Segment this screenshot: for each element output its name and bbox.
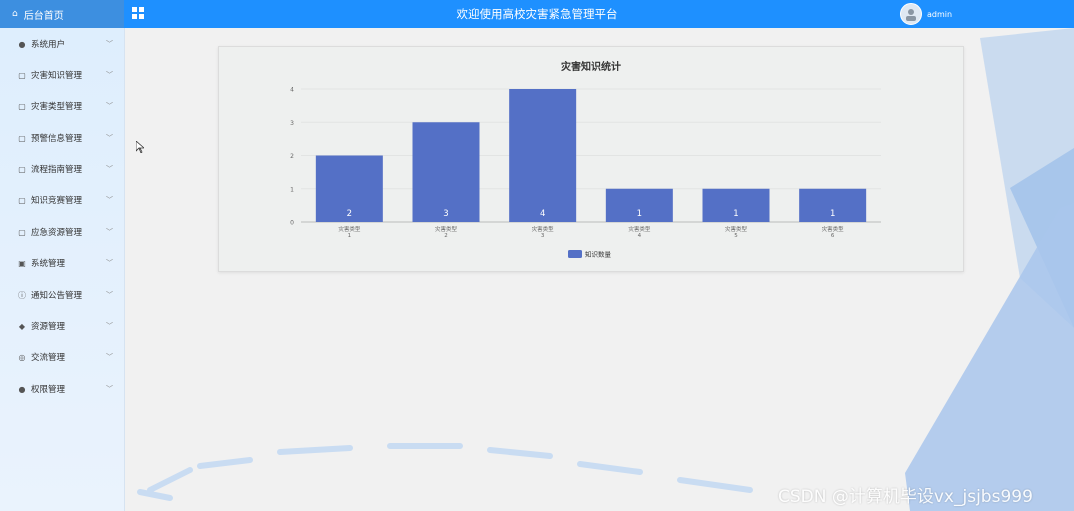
x-tick-label: 灾害类型 [628,225,651,233]
y-tick-label: 4 [290,87,294,94]
y-tick-label: 3 [290,120,294,127]
chevron-down-icon: ﹀ [106,102,113,110]
x-tick-label: 2 [444,233,448,239]
mouse-cursor-icon [135,138,146,154]
chevron-down-icon: ﹀ [106,134,113,142]
bar [509,89,577,222]
sidebar-item-label: 资源管理 [31,322,66,332]
chevron-down-icon: ﹀ [106,71,113,79]
user-menu[interactable]: admin [900,3,952,25]
bar [412,122,480,222]
watermark: CSDN @计算机毕设vx_jsjbs999 [778,487,1033,507]
x-tick-label: 5 [734,233,738,239]
bar-value-label: 1 [637,209,642,219]
x-tick-label: 灾害类型 [532,225,555,233]
info-icon: ⓘ [18,290,26,300]
chevron-down-icon: ﹀ [106,322,113,330]
sidebar-item-permission-management[interactable]: ● 权限管理 ﹀ [0,379,124,399]
chevron-down-icon: ﹀ [106,353,113,361]
sidebar-item-label: 灾害类型管理 [31,102,83,112]
x-tick-label: 4 [638,233,642,239]
chevron-down-icon: ﹀ [106,228,113,236]
document-icon: ▢ [18,70,26,80]
sidebar-item-label: 交流管理 [31,353,66,363]
sidebar-item-system-users[interactable]: ● 系统用户 ﹀ [0,34,124,54]
home-link[interactable]: ⌂ 后台首页 [0,0,124,28]
avatar[interactable] [900,3,922,25]
sidebar-item-notice-management[interactable]: ⓘ 通知公告管理 ﹀ [0,285,124,305]
y-tick-label: 2 [290,153,294,160]
user-icon: ● [18,39,26,49]
x-tick-label: 灾害类型 [338,225,361,233]
x-tick-label: 灾害类型 [435,225,458,233]
x-tick-label: 3 [541,233,545,239]
x-tick-label: 6 [831,233,835,239]
x-tick-label: 灾害类型 [725,225,748,233]
bar-value-label: 3 [443,209,448,219]
sidebar-item-knowledge-contest[interactable]: ▢ 知识竞赛管理 ﹀ [0,190,124,210]
user-icon: ● [18,384,26,394]
location-icon: ◆ [18,321,26,331]
bar-chart: 012342灾害类型13灾害类型24灾害类型31灾害类型41灾害类型51灾害类型… [290,87,881,259]
home-label: 后台首页 [23,10,64,22]
sidebar-item-label: 权限管理 [31,385,66,395]
home-icon: ⌂ [12,9,18,19]
sidebar-item-label: 灾害知识管理 [31,71,83,81]
bar-value-label: 1 [830,209,835,219]
username: admin [927,9,953,19]
y-tick-label: 0 [290,220,294,227]
chevron-down-icon: ﹀ [106,259,113,267]
bar-value-label: 1 [733,209,738,219]
document-icon: ▢ [18,101,26,111]
sidebar-item-label: 系统管理 [31,259,66,269]
sidebar: ● 系统用户 ﹀ ▢ 灾害知识管理 ﹀ ▢ 灾害类型管理 ﹀ ▢ 预警信息管理 … [0,28,125,511]
sidebar-item-label: 通知公告管理 [31,291,83,301]
chevron-down-icon: ﹀ [106,385,113,393]
x-tick-label: 灾害类型 [822,225,845,233]
sidebar-item-system-management[interactable]: ▣ 系统管理 ﹀ [0,253,124,273]
image-icon: ▣ [18,258,26,268]
top-bar: ⌂ 后台首页 欢迎使用高校灾害紧急管理平台 admin [0,0,1074,28]
sidebar-item-label: 预警信息管理 [31,134,83,144]
x-tick-label: 1 [348,233,352,239]
chevron-down-icon: ﹀ [106,196,113,204]
sidebar-item-label: 流程指南管理 [31,165,83,175]
sidebar-item-process-guide[interactable]: ▢ 流程指南管理 ﹀ [0,159,124,179]
chevron-down-icon: ﹀ [106,40,113,48]
document-icon: ▢ [18,195,26,205]
sidebar-item-disaster-knowledge[interactable]: ▢ 灾害知识管理 ﹀ [0,65,124,85]
legend-label: 知识数量 [585,250,612,259]
document-icon: ▢ [18,133,26,143]
sidebar-item-exchange-management[interactable]: ◎ 交流管理 ﹀ [0,347,124,367]
chevron-down-icon: ﹀ [106,165,113,173]
menu-toggle-icon[interactable] [132,7,144,19]
sidebar-item-resource-management[interactable]: ◆ 资源管理 ﹀ [0,316,124,336]
document-icon: ▢ [18,227,26,237]
bar-value-label: 4 [540,209,545,219]
y-tick-label: 1 [290,186,294,193]
chat-icon: ◎ [18,352,26,362]
sidebar-item-warning-info[interactable]: ▢ 预警信息管理 ﹀ [0,128,124,148]
sidebar-item-emergency-resources[interactable]: ▢ 应急资源管理 ﹀ [0,222,124,242]
legend-swatch [568,250,582,258]
sidebar-item-label: 系统用户 [31,40,66,50]
bar-value-label: 2 [347,209,352,219]
document-icon: ▢ [18,164,26,174]
chart-card: 灾害知识统计 0 1 2 3 4 2 灾害类型 1 3 灾害类型 2 4 灾害类型 3 1 灾害类型 4 1 灾害类… [218,46,964,272]
chevron-down-icon: ﹀ [106,291,113,299]
sidebar-item-disaster-type[interactable]: ▢ 灾害类型管理 ﹀ [0,96,124,116]
sidebar-item-label: 知识竞赛管理 [31,196,83,206]
sidebar-item-label: 应急资源管理 [31,228,83,238]
